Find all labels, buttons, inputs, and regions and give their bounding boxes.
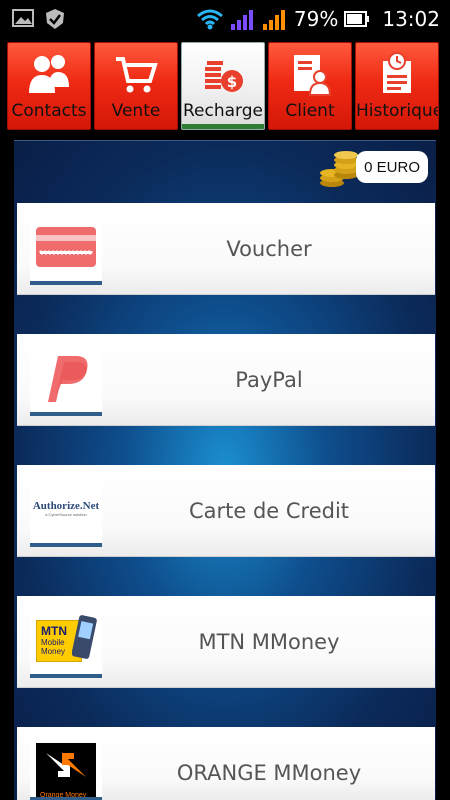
image-icon	[12, 9, 34, 27]
orange-money-logo: Orange Money	[30, 737, 102, 800]
authorize-net-logo-text: Authorize.Net	[32, 499, 100, 512]
tab-client[interactable]: Client	[268, 42, 352, 130]
payment-label: Voucher	[226, 237, 312, 261]
payment-label: PayPal	[235, 368, 303, 392]
tab-label: Historique	[356, 101, 439, 121]
client-icon	[294, 55, 332, 96]
voucher-card-icon	[30, 213, 102, 285]
mtn-mobile-money-logo: MTN Mobile Money	[30, 606, 102, 678]
balance-bar: 0 EURO	[14, 141, 436, 197]
mtn-logo-subtext: Mobile Money	[41, 638, 66, 656]
balance-badge: 0 EURO	[356, 151, 428, 183]
tab-contacts[interactable]: Contacts	[7, 42, 91, 130]
payment-label: MTN MMoney	[198, 630, 340, 654]
payment-label: ORANGE MMoney	[176, 761, 362, 785]
signal-2-icon	[262, 10, 285, 30]
wifi-icon	[196, 9, 223, 30]
paypal-logo	[30, 344, 102, 416]
authorize-net-logo: Authorize.Net a CyberSource solution	[30, 475, 102, 547]
payment-label: Carte de Credit	[188, 499, 350, 523]
authorize-net-logo-subtext: a CyberSource solution	[45, 511, 87, 517]
payment-option-paypal[interactable]: PayPal	[17, 334, 435, 426]
payment-option-credit-card[interactable]: Authorize.Net a CyberSource solution Car…	[17, 465, 435, 557]
payment-option-mtn-mmoney[interactable]: MTN Mobile Money MTN MMoney	[17, 596, 435, 688]
tab-bar: Contacts Vente $ Recharge Client Histori…	[0, 38, 450, 132]
status-bar: 79% 13:02	[0, 0, 450, 38]
battery-percent: 79%	[293, 7, 339, 31]
history-icon	[383, 52, 411, 93]
contacts-icon	[29, 55, 69, 93]
coins-stack-icon: $	[205, 61, 243, 92]
tab-label: Contacts	[11, 101, 87, 121]
check-badge-icon	[46, 9, 64, 29]
tab-historique[interactable]: Historique	[355, 42, 439, 130]
payment-option-voucher[interactable]: Voucher	[17, 203, 435, 295]
svg-text:$: $	[227, 73, 237, 91]
signal-1-icon	[230, 10, 253, 30]
tab-recharge[interactable]: $ Recharge	[181, 42, 265, 130]
tab-label: Recharge	[183, 101, 263, 121]
clock: 13:02	[382, 7, 440, 31]
tab-vente[interactable]: Vente	[94, 42, 178, 130]
payment-option-orange-mmoney[interactable]: Orange Money ORANGE MMoney	[17, 727, 435, 800]
recharge-panel: 0 EURO Voucher PayPal Authorize.Net a Cy…	[14, 140, 436, 800]
tab-label: Vente	[111, 101, 161, 121]
tab-label: Client	[285, 101, 335, 121]
battery-icon	[344, 11, 370, 27]
cart-icon	[116, 57, 158, 93]
orange-money-logo-text: Orange Money	[40, 792, 87, 799]
